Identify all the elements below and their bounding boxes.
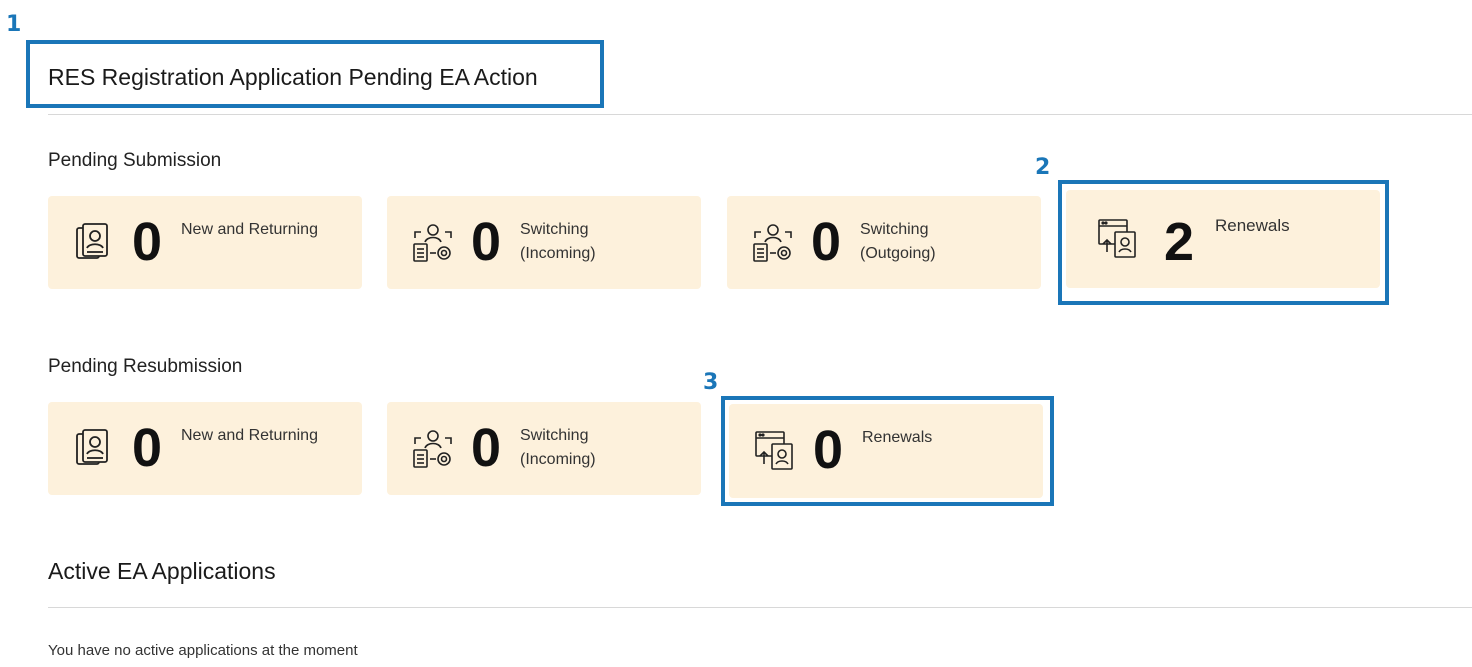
card-label: New and Returning — [181, 221, 318, 238]
card-label: Switching (Incoming) — [520, 427, 596, 468]
switching-icon — [411, 220, 455, 264]
page-title: RES Registration Application Pending EA … — [48, 64, 538, 90]
count-value: 2 — [1164, 212, 1195, 272]
card-submission-renewals[interactable]: 2 Renewals — [1066, 190, 1380, 288]
renewal-icon — [1096, 216, 1140, 260]
count-value: 0 — [471, 212, 502, 272]
active-divider — [48, 607, 1472, 608]
count-value: 0 — [471, 418, 502, 478]
empty-state-message: You have no active applications at the m… — [48, 642, 358, 659]
card-label: New and Returning — [181, 427, 318, 444]
pending-submission-label: Pending Submission — [48, 150, 222, 171]
switching-icon — [751, 220, 795, 264]
count-value: 0 — [813, 420, 844, 480]
renewal-icon — [753, 428, 797, 472]
pending-resubmission-label: Pending Resubmission — [48, 356, 243, 377]
card-submission-new-returning[interactable]: 0 New and Returning — [48, 196, 362, 289]
card-resubmission-switching-incoming[interactable]: 0 Switching (Incoming) — [387, 402, 701, 495]
active-applications-title: Active EA Applications — [48, 558, 276, 584]
switching-icon — [411, 426, 455, 470]
card-label: Switching (Outgoing) — [860, 221, 936, 262]
card-label: Renewals — [1215, 216, 1290, 235]
card-label: Switching (Incoming) — [520, 221, 596, 262]
callout-number-2: 2 — [1035, 155, 1051, 180]
callout-number-3: 3 — [703, 370, 719, 395]
card-submission-switching-incoming[interactable]: 0 Switching (Incoming) — [387, 196, 701, 289]
count-value: 0 — [132, 418, 163, 478]
card-resubmission-new-returning[interactable]: 0 New and Returning — [48, 402, 362, 495]
page: 1 RES Registration Application Pending E… — [0, 0, 1472, 667]
count-value: 0 — [811, 212, 842, 272]
card-label: Renewals — [862, 429, 933, 446]
document-person-icon — [72, 220, 116, 264]
callout-number-1: 1 — [6, 12, 22, 37]
card-submission-switching-outgoing[interactable]: 0 Switching (Outgoing) — [727, 196, 1041, 289]
card-resubmission-renewals[interactable]: 0 Renewals — [729, 404, 1043, 498]
document-person-icon — [72, 426, 116, 470]
header-divider — [48, 114, 1472, 115]
count-value: 0 — [132, 212, 163, 272]
